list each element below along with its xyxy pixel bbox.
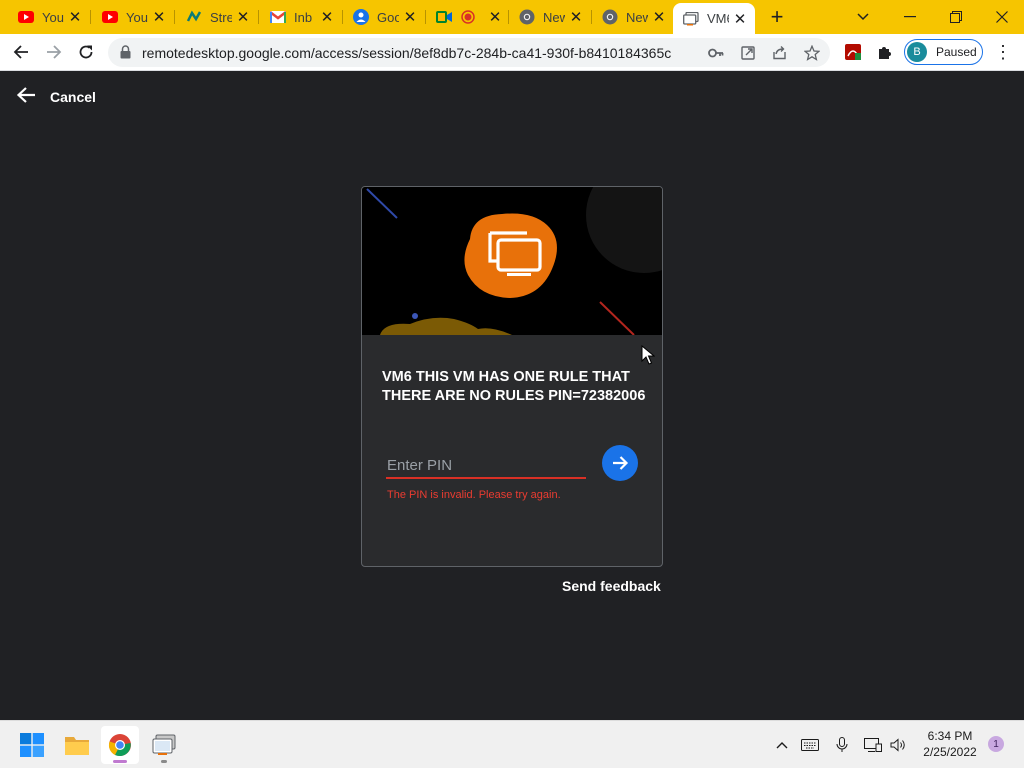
tab-youtube-1[interactable]: You ✕ [8,0,91,34]
restore-icon[interactable] [936,0,976,34]
recording-icon [460,9,476,25]
tab-strip: You ✕ You ✕ Stre ✕ Inb ✕ Goo ✕ ✕ New ✕ N… [0,0,1024,34]
tab-remote-desktop-active[interactable]: VM6 ✕ [673,3,755,34]
close-tab-icon[interactable]: ✕ [403,8,417,26]
close-tab-icon[interactable]: ✕ [652,8,666,26]
reload-icon[interactable] [73,39,99,65]
hero-illustration [362,187,662,335]
profile-status: Paused [936,45,977,59]
pin-dialog-card: VM6 THIS VM HAS ONE RULE THAT THERE ARE … [361,186,663,567]
stream-icon [186,9,202,25]
close-window-icon[interactable] [982,0,1022,34]
chrome-taskbar-icon[interactable] [101,726,139,764]
cancel-label: Cancel [50,88,96,105]
tab-label: New [626,9,648,25]
forward-arrow-icon[interactable] [41,39,67,65]
chrome-icon [519,9,535,25]
file-explorer-icon[interactable] [58,726,96,764]
tab-youtube-2[interactable]: You ✕ [92,0,175,34]
youtube-icon [18,9,34,25]
browser-toolbar: remotedesktop.google.com/access/session/… [0,34,1024,71]
pin-input[interactable] [386,453,586,479]
new-tab-button[interactable]: + [764,0,790,34]
pin-error-message: The PIN is invalid. Please try again. [387,489,561,501]
google-account-icon [353,9,369,25]
close-tab-icon[interactable]: ✕ [236,8,250,26]
close-tab-icon[interactable]: ✕ [569,8,583,26]
close-tab-icon[interactable]: ✕ [68,8,82,26]
close-tab-icon[interactable]: ✕ [733,10,747,28]
clock-date: 2/25/2022 [923,745,977,759]
pdf-extension-icon[interactable] [840,39,866,65]
tab-label: You [42,9,64,25]
keyboard-icon[interactable] [800,735,820,755]
cancel-button[interactable]: Cancel [16,86,96,107]
tab-label: Stre [210,9,232,25]
back-arrow-icon [16,86,36,107]
back-arrow-icon[interactable] [8,39,34,65]
close-tab-icon[interactable]: ✕ [152,8,166,26]
minimize-icon[interactable] [890,0,930,34]
clock-time: 6:34 PM [927,729,973,743]
lock-icon[interactable] [120,45,131,64]
tab-label: You [126,9,148,25]
extensions-puzzle-icon[interactable] [872,39,898,65]
tab-new-tab-1[interactable]: New ✕ [509,0,592,34]
system-clock[interactable]: 6:34 PM 2/25/2022 [915,728,985,760]
tab-label: Goo [377,9,399,25]
tab-separator [174,10,175,24]
notification-badge[interactable]: 1 [988,736,1004,752]
address-bar[interactable]: remotedesktop.google.com/access/session/… [108,38,830,67]
bookmark-star-icon[interactable] [802,43,822,63]
tab-label: VM6 [707,11,729,26]
host-name-title: VM6 THIS VM HAS ONE RULE THAT THERE ARE … [382,369,646,404]
tab-gmail[interactable]: Inb ✕ [260,0,343,34]
volume-icon[interactable] [889,735,909,755]
tab-new-tab-2[interactable]: New ✕ [592,0,675,34]
windows-taskbar: 6:34 PM 2/25/2022 1 [0,720,1024,768]
gmail-icon [270,9,286,25]
tab-stream[interactable]: Stre ✕ [176,0,259,34]
close-tab-icon[interactable]: ✕ [488,8,502,26]
tab-google-account[interactable]: Goo ✕ [343,0,426,34]
key-icon[interactable] [706,43,726,63]
remote-desktop-icon [683,11,699,27]
close-tab-icon[interactable]: ✕ [320,8,334,26]
meet-icon [436,9,452,25]
tab-separator [90,10,91,24]
submit-pin-button[interactable] [602,445,638,481]
running-indicator [113,760,127,763]
open-in-app-icon[interactable] [738,43,758,63]
url-text: remotedesktop.google.com/access/session/… [142,45,672,61]
share-icon[interactable] [770,43,790,63]
windows-start-icon[interactable] [13,726,51,764]
chevron-up-icon[interactable] [772,735,792,755]
arrow-right-icon [613,456,629,470]
running-indicator [161,760,167,763]
profile-button[interactable]: B Paused [904,39,983,65]
tab-label: New [543,9,565,25]
mouse-pointer-icon [641,344,656,370]
send-feedback-link[interactable]: Send feedback [562,578,661,594]
tab-label: Inb [294,9,313,25]
tab-separator [258,10,259,24]
tab-meet[interactable]: ✕ [426,0,509,34]
avatar: B [907,42,927,62]
youtube-icon [102,9,118,25]
remote-desktop-taskbar-icon[interactable] [145,726,183,764]
microphone-icon[interactable] [832,735,852,755]
more-menu-icon[interactable]: ⋮ [990,39,1016,65]
network-icon[interactable] [863,735,883,755]
tab-search-chevron-icon[interactable] [850,0,876,34]
chrome-icon [602,9,618,25]
